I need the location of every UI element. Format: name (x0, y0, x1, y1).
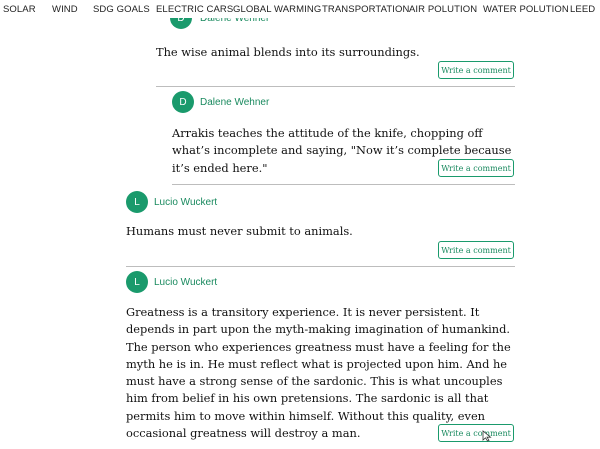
nav-item-leed[interactable]: LEED (570, 4, 595, 15)
top-navigation: SOLAR WIND SDG GOALS ELECTRIC CARS GLOBA… (0, 0, 600, 18)
comment-text: The wise animal blends into its surround… (156, 45, 420, 59)
comment-text: Humans must never submit to animals. (126, 224, 353, 238)
nav-item-transportation[interactable]: TRANSPORTATION (322, 4, 409, 15)
write-comment-button[interactable]: Write a comment (438, 159, 514, 177)
nav-item-solar[interactable]: SOLAR (3, 4, 36, 15)
nav-item-water-polution[interactable]: WATER POLUTION (483, 4, 569, 15)
nav-item-sdg-goals[interactable]: SDG GOALS (93, 4, 150, 15)
comment-author[interactable]: Dalene Wehner (200, 97, 269, 108)
nav-item-global-warming[interactable]: GLOBAL WARMING (233, 4, 321, 15)
divider (172, 184, 515, 185)
nav-item-wind[interactable]: WIND (52, 4, 78, 15)
write-comment-button[interactable]: Write a comment (438, 61, 514, 79)
write-comment-button[interactable]: Write a comment (438, 424, 514, 442)
comment-author[interactable]: Lucio Wuckert (154, 277, 217, 288)
divider (156, 86, 515, 87)
nav-item-electric-cars[interactable]: ELECTRIC CARS (156, 4, 233, 15)
nav-item-air-polution[interactable]: AIR POLUTION (409, 4, 477, 15)
avatar: D (172, 91, 194, 113)
mouse-pointer-icon (482, 430, 492, 442)
write-comment-button[interactable]: Write a comment (438, 241, 514, 259)
avatar: L (126, 271, 148, 293)
comment-text: Greatness is a transitory experience. It… (126, 305, 511, 441)
avatar: L (126, 191, 148, 213)
divider (126, 266, 515, 267)
comment-author[interactable]: Lucio Wuckert (154, 197, 217, 208)
